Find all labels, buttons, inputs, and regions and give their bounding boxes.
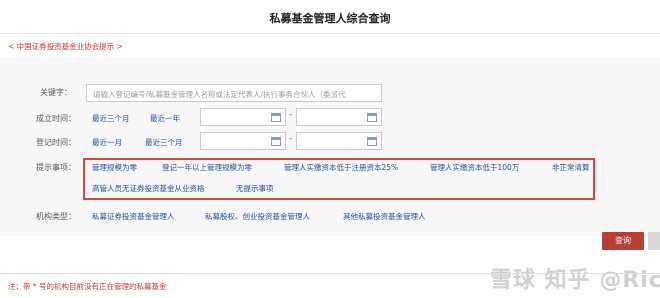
org-type-label: 机构类型： bbox=[36, 212, 76, 221]
hint-zero-scale[interactable]: 管理规模为零 bbox=[92, 162, 137, 173]
hint-abnormal-liquidation[interactable]: 非正常清算 bbox=[552, 162, 590, 173]
hints-label: 提示事项： bbox=[36, 163, 76, 172]
keyword-input[interactable]: 请输入登记编号/私募基金管理人名称或法定代表人/执行事务合伙人（委派代 bbox=[86, 84, 382, 102]
divider bbox=[0, 33, 660, 34]
date-range-dash: - bbox=[289, 110, 293, 120]
watermark: 雪球 知乎 @Ricky bbox=[490, 268, 660, 293]
established-start-date[interactable] bbox=[200, 108, 286, 126]
footnote: 注：带 * 号的机构目前没有正在管理的私募基金 bbox=[8, 282, 167, 291]
hint-exec-no-qualification[interactable]: 高管人员无证券投资基金从业资格 bbox=[92, 183, 205, 194]
established-label: 成立时间： bbox=[36, 114, 76, 123]
registered-end-date[interactable] bbox=[296, 132, 382, 150]
hint-none[interactable]: 无提示事项 bbox=[236, 183, 274, 194]
keyword-label: 关键字： bbox=[40, 88, 72, 97]
org-type-equity-vc[interactable]: 私募股权、创业投资基金管理人 bbox=[205, 211, 310, 222]
association-notice: < 中国证券投资基金业协会提示 > bbox=[8, 42, 123, 51]
calendar-icon[interactable] bbox=[271, 112, 281, 122]
registered-start-date[interactable] bbox=[200, 132, 286, 150]
footer-divider bbox=[0, 273, 660, 274]
calendar-icon[interactable] bbox=[367, 112, 377, 122]
established-last-3-months-link[interactable]: 最近三个月 bbox=[92, 113, 130, 124]
org-type-securities[interactable]: 私募证券投资基金管理人 bbox=[92, 211, 175, 222]
calendar-icon[interactable] bbox=[271, 136, 281, 146]
hint-zero-scale-over-one-year[interactable]: 登记一年以上管理规模为零 bbox=[162, 162, 252, 173]
page-title: 私募基金管理人综合查询 bbox=[269, 12, 391, 25]
calendar-icon[interactable] bbox=[367, 136, 377, 146]
search-button[interactable]: 查询 bbox=[602, 232, 644, 250]
established-end-date[interactable] bbox=[296, 108, 382, 126]
date-range-dash: - bbox=[289, 134, 293, 144]
registered-last-3-months-link[interactable]: 最近三个月 bbox=[145, 137, 183, 148]
registered-label: 登记时间： bbox=[36, 138, 76, 147]
hint-paid-capital-below-1m[interactable]: 管理人实缴资本低于100万 bbox=[430, 162, 519, 173]
org-type-other[interactable]: 其他私募投资基金管理人 bbox=[343, 211, 426, 222]
registered-last-month-link[interactable]: 最近一月 bbox=[92, 137, 122, 148]
established-last-year-link[interactable]: 最近一年 bbox=[150, 113, 180, 124]
reset-button[interactable] bbox=[648, 232, 660, 250]
hint-paid-capital-below-25pct[interactable]: 管理人实缴资本低于注册资本25% bbox=[284, 162, 398, 173]
